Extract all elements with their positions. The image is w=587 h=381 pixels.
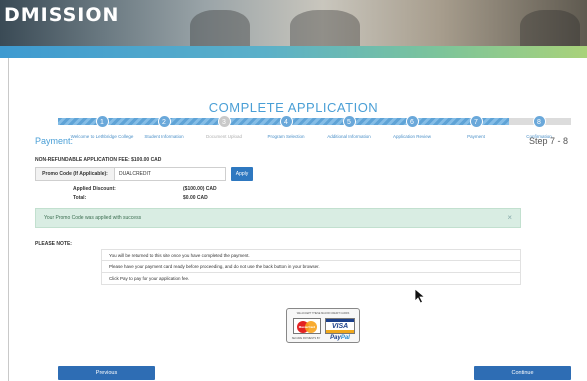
banner-color-strip	[0, 46, 587, 58]
page-title: COMPLETE APPLICATION	[208, 100, 379, 115]
step-counter: Step 7 - 8	[528, 136, 568, 146]
banner-title: DMISSION	[4, 4, 120, 26]
close-icon[interactable]: ×	[507, 209, 512, 227]
note-item: You will be returned to this site once y…	[101, 249, 521, 261]
banner-photo-figure	[290, 10, 360, 46]
section-title: Payment:	[35, 136, 74, 146]
mastercard-icon: MasterCard	[293, 318, 321, 334]
total-row: Total: $0.00 CAD	[73, 195, 273, 204]
paypal-text-a: Pay	[330, 335, 341, 341]
progress-stepper: 1 Welcome to Lethbridge College 2 Student I…	[58, 115, 571, 147]
paypal-text-b: Pal	[340, 335, 350, 341]
header-banner: DMISSION	[0, 0, 587, 46]
banner-photo-figure	[190, 10, 250, 46]
stepper-step-number: 3	[217, 115, 231, 128]
stepper-step-number: 8	[532, 115, 546, 128]
total-label: Total:	[73, 195, 87, 201]
total-value: $0.00 CAD	[183, 195, 208, 201]
mastercard-text: MasterCard	[298, 325, 316, 329]
application-fee: NON-REFUNDABLE APPLICATION FEE: $100.00 …	[35, 157, 162, 163]
cards-bottom-text: SECURE PAYMENTS BY	[291, 337, 321, 340]
stepper-step-number: 6	[405, 115, 419, 128]
discount-row: Applied Discount: ($100.00) CAD	[73, 186, 273, 195]
note-item: Click Pay to pay for your application fe…	[101, 273, 521, 285]
stepper-step-number: 1	[95, 115, 109, 128]
note-title: PLEASE NOTE:	[35, 241, 72, 247]
promo-code-label: Promo Code (If Applicable):	[35, 167, 114, 181]
accepted-cards-logo: WE ACCEPT THESE MAJOR CREDIT CARDS Maste…	[286, 308, 360, 343]
stepper-step-number: 2	[157, 115, 171, 128]
stepper-step-number: 5	[342, 115, 356, 128]
apply-button[interactable]: Apply	[231, 167, 253, 181]
visa-icon: VISA	[325, 318, 355, 334]
mouse-cursor-icon	[414, 288, 426, 304]
note-list: You will be returned to this site once y…	[101, 249, 521, 285]
previous-button[interactable]: Previous	[58, 366, 155, 380]
visa-text: VISA	[331, 323, 349, 330]
success-alert-message: Your Promo Code was applied with success	[44, 215, 142, 221]
banner-photo-figure	[520, 10, 580, 46]
continue-button[interactable]: Continue	[474, 366, 571, 380]
cards-top-text: WE ACCEPT THESE MAJOR CREDIT CARDS	[296, 312, 350, 315]
discount-summary: Applied Discount: ($100.00) CAD Total: $…	[73, 186, 273, 204]
success-alert: Your Promo Code was applied with success…	[35, 208, 521, 228]
paypal-icon: PayPal	[325, 335, 355, 341]
stepper-step-number: 7	[469, 115, 483, 128]
discount-label: Applied Discount:	[73, 186, 116, 192]
stepper-step-number: 4	[279, 115, 293, 128]
promo-code-row: Promo Code (If Applicable): DUALCREDIT A…	[35, 167, 255, 181]
promo-code-input[interactable]: DUALCREDIT	[114, 167, 226, 181]
note-item: Please have your payment card ready befo…	[101, 261, 521, 273]
discount-value: ($100.00) CAD	[183, 186, 217, 192]
